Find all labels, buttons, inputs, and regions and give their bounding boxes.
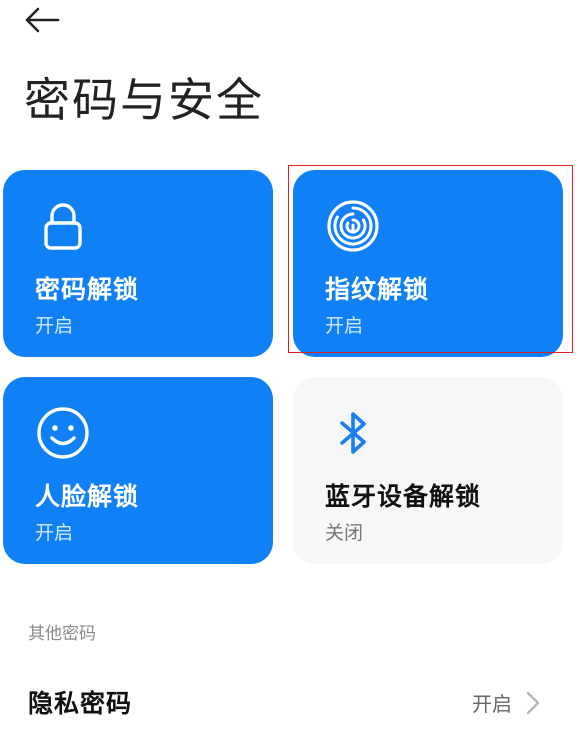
tile-bluetooth-unlock[interactable]: 蓝牙设备解锁 关闭 <box>293 377 563 564</box>
tile-face-unlock[interactable]: 人脸解锁 开启 <box>3 377 273 564</box>
tile-status: 开启 <box>35 522 74 544</box>
tile-label: 人脸解锁 <box>35 482 140 511</box>
privacy-password-row[interactable]: 隐私密码 开启 <box>0 668 580 738</box>
tile-label: 密码解锁 <box>35 275 140 304</box>
bluetooth-icon <box>340 412 366 454</box>
page-title: 密码与安全 <box>24 73 264 127</box>
tile-status: 关闭 <box>325 522 364 544</box>
tile-password-unlock[interactable]: 密码解锁 开启 <box>3 170 273 357</box>
tile-status: 开启 <box>325 315 364 337</box>
lock-icon <box>44 203 82 250</box>
fingerprint-icon <box>327 200 379 252</box>
chevron-right-icon <box>526 691 540 715</box>
arrow-left-icon <box>25 7 60 33</box>
section-header-other-passwords: 其他密码 <box>28 624 96 644</box>
tile-status: 开启 <box>35 315 74 337</box>
smiley-face-icon <box>37 407 89 459</box>
password-security-screen: 密码与安全 密码解锁 开启 指纹解锁 开启 人脸解锁 开启 蓝牙设备解锁 关闭 … <box>0 0 580 751</box>
back-button[interactable] <box>24 0 72 40</box>
row-label: 隐私密码 <box>28 689 133 718</box>
row-value: 开启 <box>472 692 512 716</box>
tile-fingerprint-unlock[interactable]: 指纹解锁 开启 <box>293 170 563 357</box>
tile-label: 指纹解锁 <box>325 275 430 304</box>
tile-label: 蓝牙设备解锁 <box>325 482 482 511</box>
